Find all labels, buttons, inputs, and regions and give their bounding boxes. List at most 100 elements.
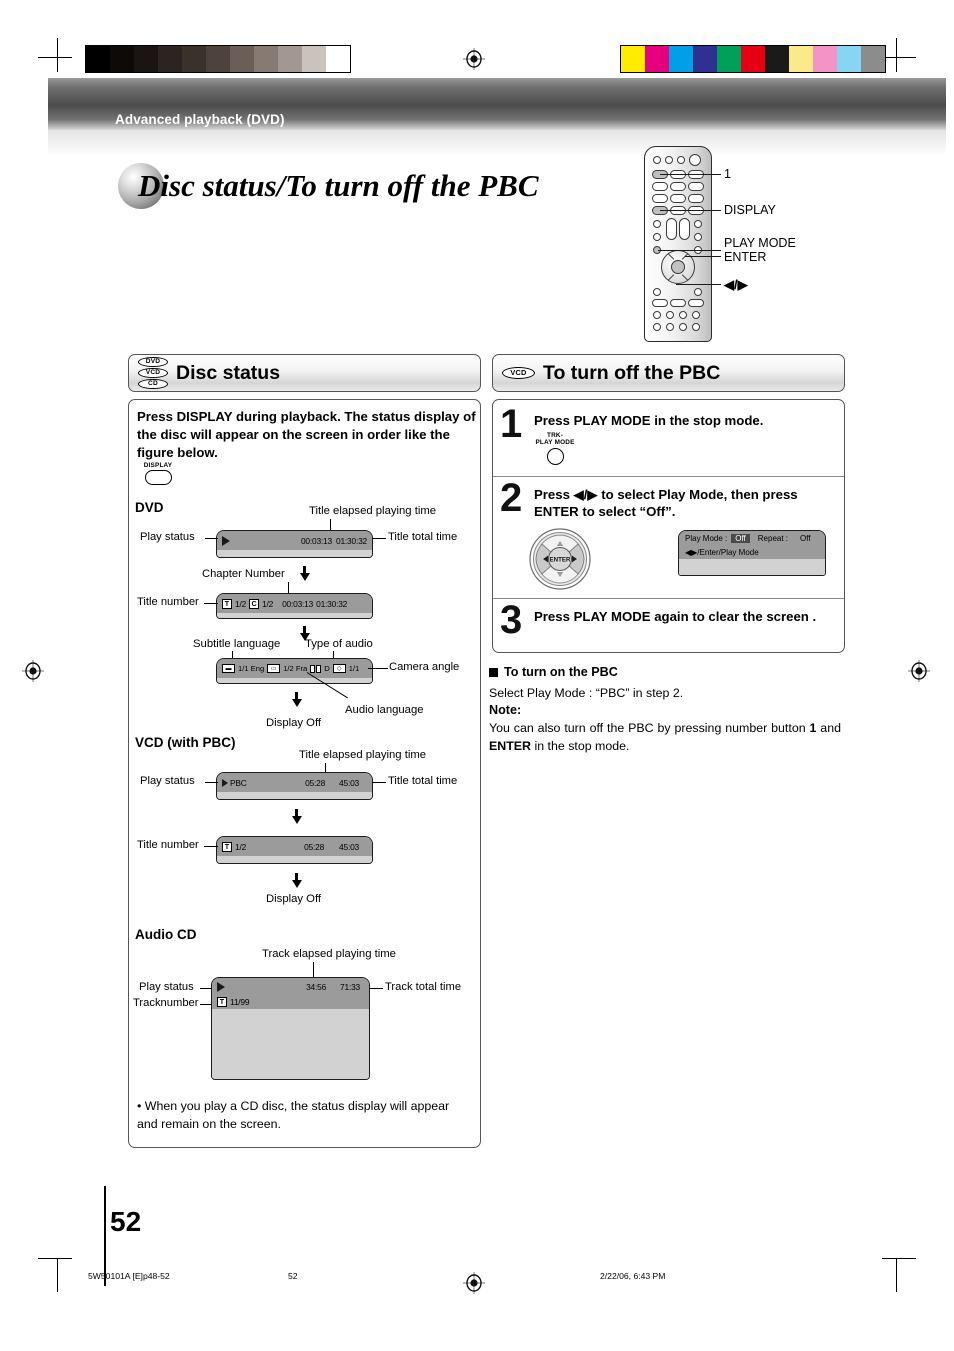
dvd-bar2-title: 1/2 [235,598,247,609]
vcd-total-time-leader [372,782,386,783]
remote-button-row0-c [677,156,685,164]
bullet-square-icon [489,667,498,677]
dvd-bar2-elapsed: 00:03:13 [282,598,314,609]
chapter-badge-icon: C [249,598,260,609]
play-mode-osd-value: Off [731,534,750,543]
gray-swatch-4 [182,46,206,72]
callout-label-play-mode: PLAY MODE [724,236,796,250]
color-swatch-4 [717,46,741,72]
remote-button-row5-d [694,220,702,228]
remote-button-row6-d [694,233,702,241]
play-icon-vcd [222,778,228,787]
dvd-play-status-leader [205,538,218,539]
svg-text:ENTER: ENTER [550,557,572,564]
cd-total-time-leader [369,988,383,989]
remote-number-button-8 [670,194,686,203]
remote-button-row8-d [694,288,702,296]
crop-mark-br-v [896,1258,898,1292]
note-text-part3: in the stop mode. [531,738,630,753]
gray-swatch-6 [230,46,254,72]
turn-on-pbc-heading: To turn on the PBC [489,665,618,679]
callout-label-display: DISPLAY [724,203,776,217]
note-text-part1: You can also turn off the PBC by pressin… [489,721,810,735]
vcd-status-bar-2-top: T 1/2 05:28 45:03 [217,837,372,856]
vcd-title-number-leader [204,846,218,847]
crop-mark-br-h [882,1258,916,1260]
dolby-digital-icon [310,664,322,673]
title-badge-icon-vcd: T [222,841,232,852]
note-label-text: Note: [489,703,522,717]
grayscale-calibration-bar [85,45,351,73]
registration-mark-left [22,660,44,682]
remote-button-row9-c [688,299,704,307]
color-swatch-0 [621,46,645,72]
repeat-osd-value: Off [800,534,811,543]
dvd-bar3-subtitle: 1/1 Eng [238,664,265,673]
footer-left: 5W50101A [E]p48-52 [88,1271,170,1281]
remote-button-row6-a [653,233,661,241]
remote-number-button-7 [652,194,668,203]
callout-line-arrows [676,284,721,285]
cd-total: 71:33 [340,981,360,992]
dvd-audio-language-label: Audio language [345,704,424,716]
play-mode-osd-hint: ◀▶/Enter/Play Mode [685,548,759,557]
camera-angle-icon: ◇ [332,664,346,673]
registration-mark-bottom [463,1272,485,1294]
note-text: You can also turn off the PBC by pressin… [489,720,841,755]
cd-total-time-label: Track total time [385,981,462,993]
play-mode-osd-row-2: ◀▶/Enter/Play Mode [679,546,825,559]
track-badge-icon: T [217,997,227,1007]
dvd-status-bar-2-body [217,613,372,618]
cd-elapsed: 34:56 [306,981,327,992]
vcd-bar1-elapsed: 05:28 [305,777,326,788]
disc-status-intro: Press DISPLAY during playback. The statu… [137,409,476,460]
crop-mark-tl-h [38,57,72,59]
repeat-osd-label: Repeat : [757,534,789,543]
turn-on-pbc-line: Select Play Mode : “PBC” in step 2. [489,686,684,700]
cd-bullet-note: • When you play a CD disc, the status di… [137,1099,450,1131]
remote-transport-button-b [679,218,690,240]
vcd-total-time-label: Title total time [388,775,458,787]
page-title-text: Disc status/To turn off the PBC [138,168,539,203]
dvd-title-number-label: Title number [137,596,199,608]
footer-right: 2/22/06, 6:43 PM [600,1271,666,1281]
pbc-step-2-number: 2 [500,476,523,520]
crop-mark-bl-h [38,1258,72,1260]
remote-button-row11-c [679,323,687,331]
disc-status-title: Disc status [176,361,281,384]
note-text-part2: and [816,721,841,735]
crop-mark-bl-v [57,1258,59,1292]
play-mode-osd-label: Play Mode : [685,534,728,543]
gray-swatch-3 [158,46,182,72]
dvd-elapsed-label: Title elapsed playing time [309,505,437,517]
vcd-display-off-label: Display Off [266,893,322,905]
note-text-bold2: ENTER [489,738,531,753]
gray-swatch-1 [110,46,134,72]
color-swatch-3 [693,46,717,72]
dvd-status-bar-3-body [217,678,372,683]
remote-button-row10-a [653,311,661,319]
dvd-status-bar-2-top: T 1/2 C 1/2 00:03:13 01:30:32 [217,594,372,613]
dvd-type-of-audio-label: Type of audio [305,638,373,650]
disc-status-section-header: DVD VCD CD Disc status [128,354,481,392]
callout-line-1 [660,174,721,175]
section-banner-title: Advanced playback (DVD) [115,112,285,127]
pbc-step-divider-1 [493,476,844,477]
cd-track-number-leader [200,1004,212,1005]
vcd-title-number-label: Title number [137,839,199,851]
cd-track-number: 11/99 [230,997,250,1007]
play-mode-osd-body [679,559,825,575]
remote-button-row9-b [670,299,686,307]
dvd-bar3-angle: 1/1 [348,664,360,673]
remote-button-row10-c [679,311,687,319]
dvd-status-bar-3-top: ▬ 1/1 Eng ▭ 1/2 Fra D ◇ 1/1 [217,659,372,678]
vcd-status-bar-1-body [217,792,372,799]
vcd-status-bar-1-top: PBC 05:28 45:03 [217,773,372,792]
vcd-bar1-mode: PBC [230,777,247,788]
vcd-bar1-total: 45:03 [339,777,359,788]
badge-dvd: DVD [138,357,168,367]
play-icon-cd [217,981,225,992]
disc-type-badges: DVD VCD CD [138,357,168,389]
dvd-total-time-leader [372,538,386,539]
callout-line-display [660,210,721,211]
